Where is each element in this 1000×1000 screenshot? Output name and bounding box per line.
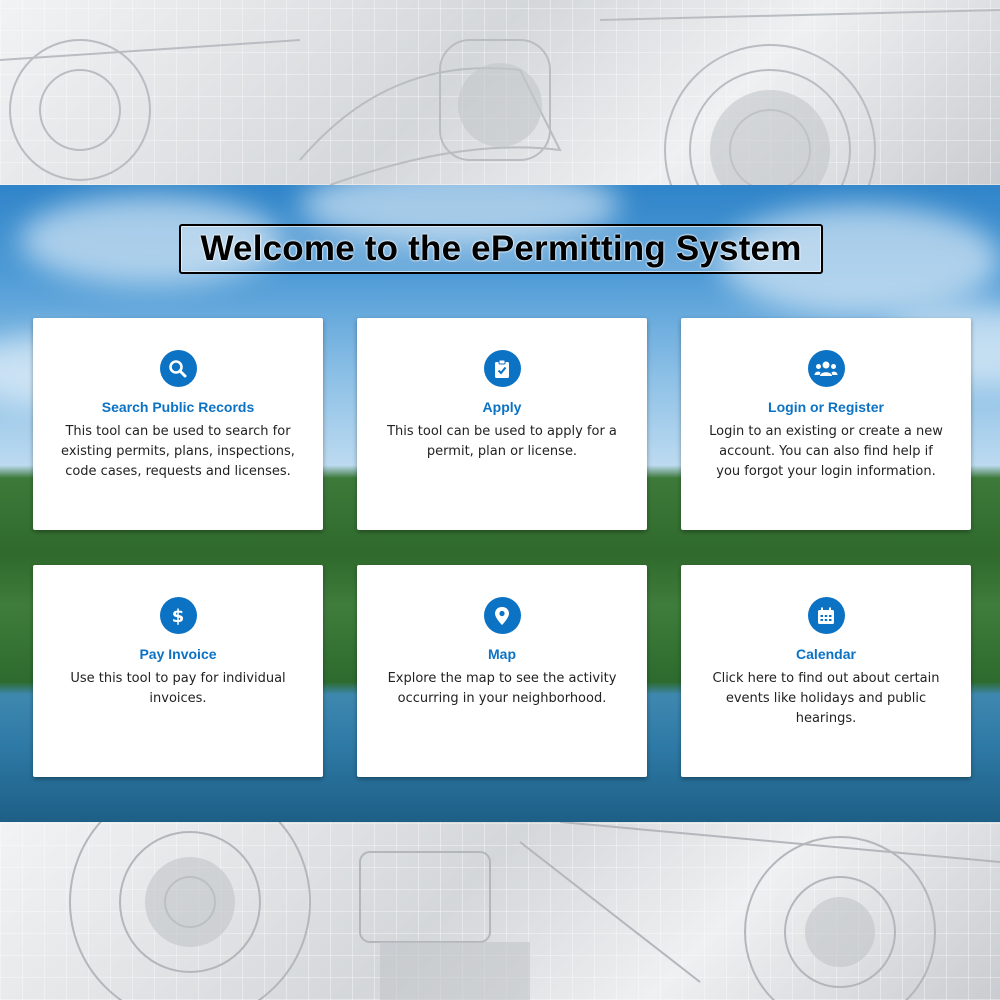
- card-description: Login to an existing or create a new acc…: [709, 424, 943, 479]
- card-description: Explore the map to see the activity occu…: [387, 671, 617, 706]
- gear-illustration-bottom: [69, 822, 1000, 1000]
- search-public-records-card[interactable]: Search Public Records This tool can be u…: [33, 318, 323, 530]
- map-card[interactable]: Map Explore the map to see the activity …: [357, 565, 647, 777]
- calendar-icon: [807, 597, 845, 634]
- card-description: This tool can be used to apply for a per…: [387, 424, 617, 459]
- search-icon: [159, 350, 197, 387]
- card-title: Pay Invoice: [139, 646, 217, 662]
- map-pin-icon: [483, 597, 521, 634]
- blueprint-background-bottom: [0, 822, 1000, 1000]
- card-title: Apply: [482, 399, 522, 415]
- card-title: Calendar: [796, 646, 856, 662]
- page-title: Welcome to the ePermitting System: [179, 224, 823, 274]
- users-icon: [807, 350, 845, 387]
- login-register-card[interactable]: Login or Register Login to an existing o…: [681, 318, 971, 530]
- card-title: Map: [488, 646, 516, 662]
- card-description: Use this tool to pay for individual invo…: [70, 671, 286, 706]
- card-title: Search Public Records: [101, 399, 255, 415]
- card-description: This tool can be used to search for exis…: [61, 424, 295, 479]
- calendar-card[interactable]: Calendar Click here to find out about ce…: [681, 565, 971, 777]
- svg-text:$: $: [172, 606, 185, 627]
- gear-illustration-top: [0, 9, 1000, 185]
- card-description: Click here to find out about certain eve…: [712, 671, 940, 726]
- pay-invoice-card[interactable]: $ Pay Invoice Use this tool to pay for i…: [33, 565, 323, 777]
- clipboard-check-icon: [483, 350, 521, 387]
- dollar-icon: $: [159, 597, 197, 634]
- card-title: Login or Register: [768, 399, 884, 415]
- apply-card[interactable]: Apply This tool can be used to apply for…: [357, 318, 647, 530]
- blueprint-background-top: [0, 0, 1000, 185]
